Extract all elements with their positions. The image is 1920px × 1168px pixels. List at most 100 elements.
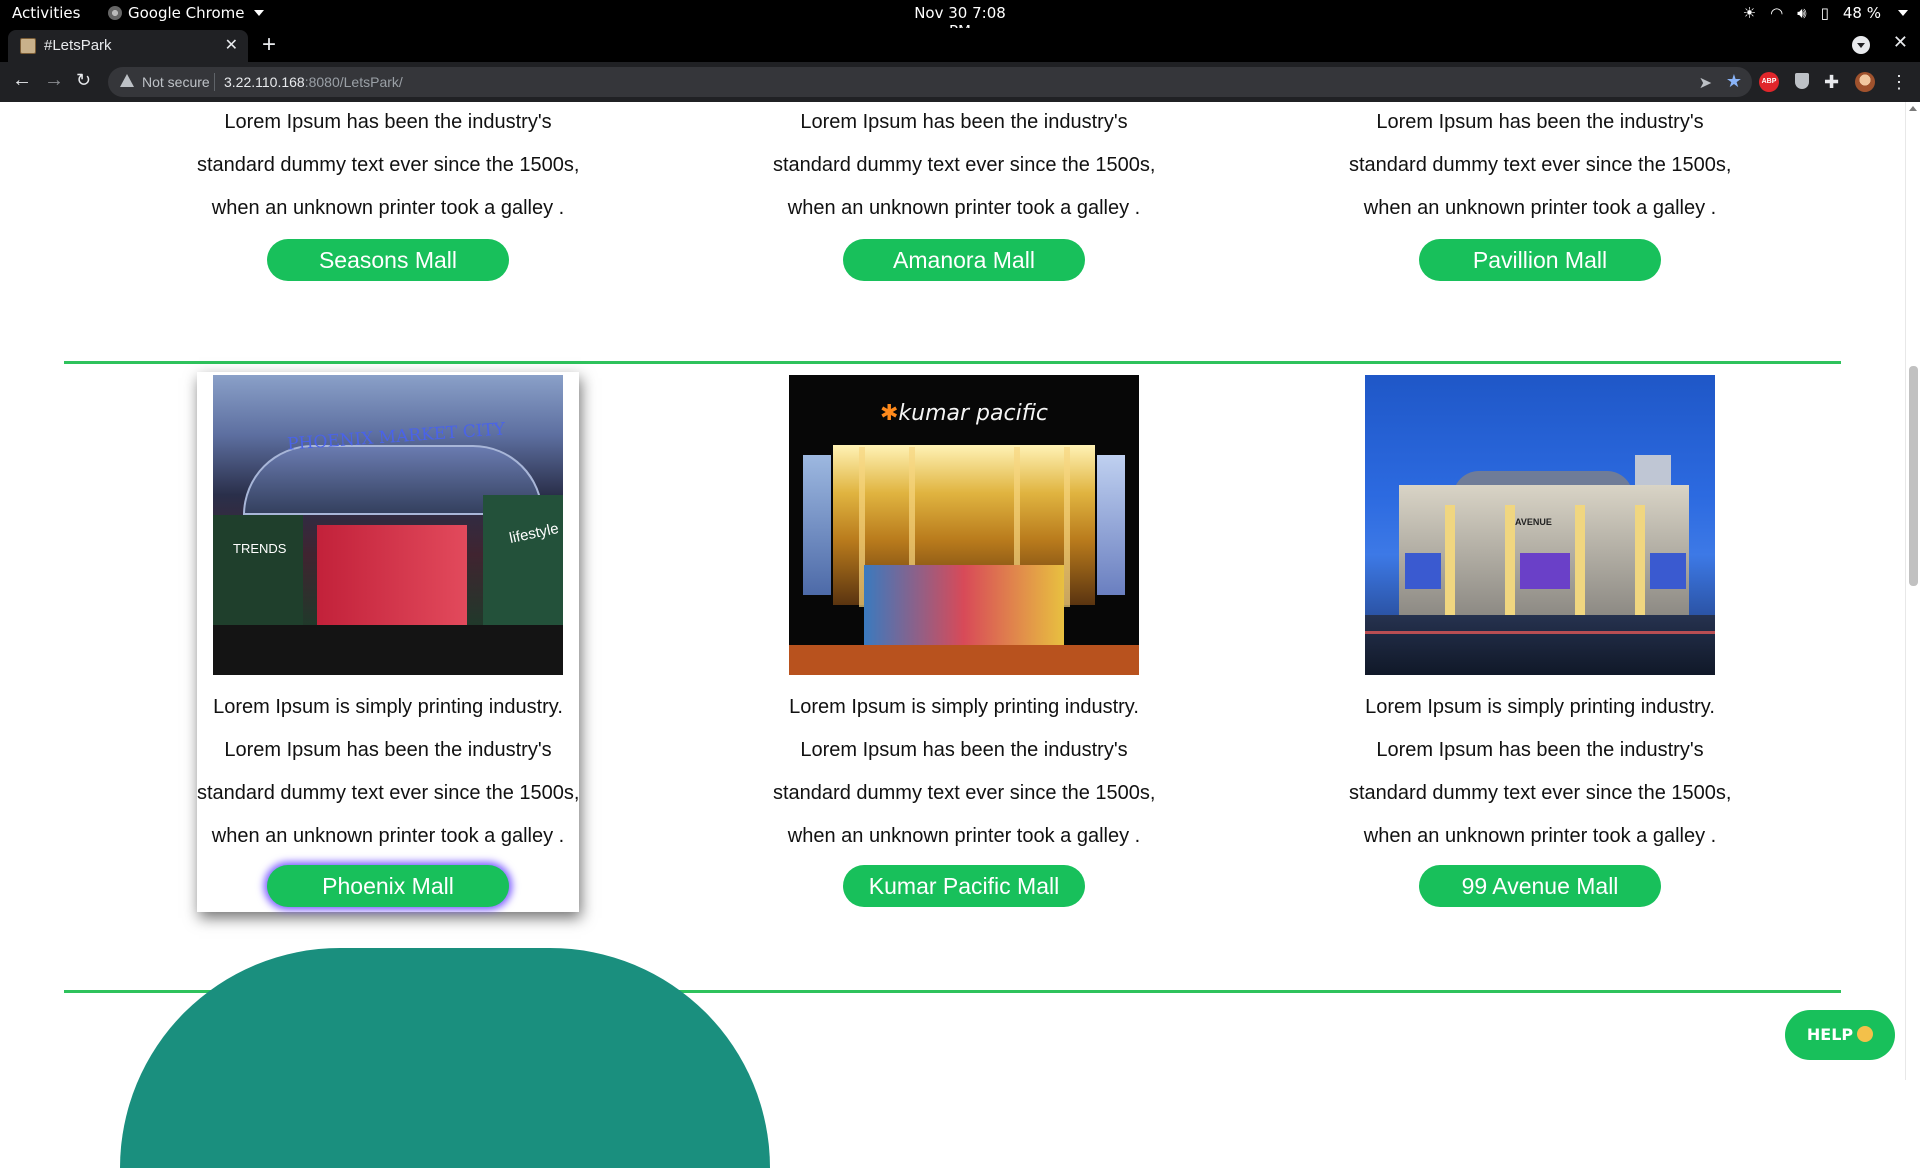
system-top-bar: Activities Google Chrome Nov 30 7:08 PM … xyxy=(0,0,1920,40)
card-text-line: Lorem Ipsum has been the industry's xyxy=(1376,739,1704,761)
image-banner xyxy=(317,525,467,625)
image-column xyxy=(1635,505,1645,615)
kebab-menu-icon[interactable]: ⋮ xyxy=(1890,72,1910,92)
card-text-line: Lorem Ipsum has been the industry's xyxy=(224,111,552,133)
mall-card-amanora: Lorem Ipsum has been the industry's stan… xyxy=(773,102,1155,281)
image-light-stripe xyxy=(1064,447,1070,607)
card-text-line: Lorem Ipsum has been the industry's xyxy=(224,739,552,761)
mall-card-kumar-pacific: ✱kumar pacific Lorem Ipsum is simply pri… xyxy=(773,372,1155,907)
flame-icon: ✱ xyxy=(879,401,899,426)
send-to-device-icon[interactable]: ➤ xyxy=(1699,73,1712,93)
volume-icon: 🔊︎ xyxy=(1797,4,1807,22)
seasons-mall-button[interactable]: Seasons Mall xyxy=(267,239,509,281)
card-text-line: standard dummy text ever since the 1500s… xyxy=(197,782,580,804)
battery-percent: 48 % xyxy=(1842,4,1881,22)
image-side-banner xyxy=(803,455,831,595)
new-tab-button[interactable]: + xyxy=(262,31,276,59)
security-label[interactable]: Not secure xyxy=(142,74,210,90)
pavillion-mall-button[interactable]: Pavillion Mall xyxy=(1419,239,1661,281)
activities-button[interactable]: Activities xyxy=(12,4,80,22)
card-text-line: when an unknown printer took a galley . xyxy=(211,197,565,219)
page-viewport: Lorem Ipsum has been the industry's stan… xyxy=(0,102,1905,1080)
url-path: :8080/LetsPark/ xyxy=(304,74,403,90)
image-building xyxy=(1399,485,1689,615)
caret-down-icon xyxy=(253,10,264,16)
app-name: Google Chrome xyxy=(128,4,245,22)
reload-icon[interactable]: ↻ xyxy=(76,70,91,91)
profile-avatar[interactable] xyxy=(1855,72,1875,92)
scrollbar-thumb[interactable] xyxy=(1909,366,1918,586)
image-road xyxy=(1365,615,1715,675)
card-text-line: standard dummy text ever since the 1500s… xyxy=(773,154,1156,176)
tray-caret-icon xyxy=(1898,10,1908,16)
url-host: 3.22.110.168 xyxy=(224,74,305,90)
tab-title: #LetsPark xyxy=(44,37,112,54)
image-floor xyxy=(213,625,563,675)
app-menu[interactable]: Google Chrome xyxy=(108,4,264,22)
card-text: Lorem Ipsum is simply printing industry.… xyxy=(197,686,579,858)
card-text-line: when an unknown printer took a galley . xyxy=(1363,197,1717,219)
mall-card-99-avenue: AVENUE Lorem Ipsum is simply printing in… xyxy=(1349,372,1731,907)
image-storefront xyxy=(1520,553,1570,589)
image-logo-text: ✱kumar pacific xyxy=(789,401,1139,426)
card-text-line: Lorem Ipsum has been the industry's xyxy=(800,739,1128,761)
chrome-icon xyxy=(108,6,122,20)
image-sign-text: AVENUE xyxy=(1515,517,1552,527)
99-avenue-mall-image[interactable]: AVENUE xyxy=(1365,375,1715,675)
extensions-puzzle-icon[interactable]: ✚ xyxy=(1824,72,1844,92)
card-text-line: Lorem Ipsum is simply printing industry. xyxy=(789,696,1139,718)
window-close-icon[interactable]: ✕ xyxy=(1893,32,1908,53)
card-text-line: when an unknown printer took a galley . xyxy=(1363,825,1717,847)
tab-strip: #LetsPark ✕ + ✕ xyxy=(0,28,1920,62)
image-wall xyxy=(213,515,303,625)
card-text-line: Lorem Ipsum has been the industry's xyxy=(1376,111,1704,133)
card-text-line: Lorem Ipsum is simply printing industry. xyxy=(1365,696,1715,718)
tab-letspark[interactable]: #LetsPark ✕ xyxy=(8,30,248,62)
favicon-icon xyxy=(20,38,36,54)
adblock-plus-icon[interactable]: ABP xyxy=(1759,72,1779,92)
kumar-pacific-mall-button[interactable]: Kumar Pacific Mall xyxy=(843,865,1085,907)
battery-icon: ▯ xyxy=(1820,4,1829,22)
system-tray[interactable]: ☀ ◠ 🔊︎ ▯ 48 % xyxy=(1743,3,1908,23)
browser-toolbar: ← → ↻ Not secure 3.22.110.168:8080/LetsP… xyxy=(0,62,1920,102)
page-scrollbar[interactable] xyxy=(1905,102,1920,1080)
card-text-line: Lorem Ipsum has been the industry's xyxy=(800,111,1128,133)
card-text-line: standard dummy text ever since the 1500s… xyxy=(197,154,580,176)
kumar-pacific-mall-image[interactable]: ✱kumar pacific xyxy=(789,375,1139,675)
card-text-line: standard dummy text ever since the 1500s… xyxy=(773,782,1156,804)
image-storefront xyxy=(1650,553,1686,589)
99-avenue-mall-button[interactable]: 99 Avenue Mall xyxy=(1419,865,1661,907)
image-side-banner xyxy=(1097,455,1125,595)
shield-extension-icon[interactable] xyxy=(1792,72,1812,92)
forward-arrow-icon[interactable]: → xyxy=(44,69,64,92)
card-text: Lorem Ipsum is simply printing industry.… xyxy=(773,686,1155,858)
card-text-line: when an unknown printer took a galley . xyxy=(211,825,565,847)
card-text-line: when an unknown printer took a galley . xyxy=(787,825,1141,847)
image-storefront xyxy=(1405,553,1441,589)
image-logo-label: kumar pacific xyxy=(898,401,1049,426)
brightness-icon: ☀ xyxy=(1742,4,1757,22)
image-column xyxy=(1445,505,1455,615)
warning-icon xyxy=(120,74,134,87)
phoenix-mall-image[interactable]: PHOENIX MARKET CITY TRENDS lifestyle xyxy=(213,375,563,675)
image-wall xyxy=(483,495,563,625)
mall-card-phoenix[interactable]: PHOENIX MARKET CITY TRENDS lifestyle Lor… xyxy=(197,372,579,912)
bookmark-star-icon[interactable]: ★ xyxy=(1726,71,1742,92)
card-text-line: standard dummy text ever since the 1500s… xyxy=(1349,154,1732,176)
wifi-icon: ◠ xyxy=(1770,4,1784,22)
help-button[interactable]: HELP xyxy=(1785,1010,1895,1060)
card-text-line: when an unknown printer took a galley . xyxy=(787,197,1141,219)
section-divider xyxy=(64,361,1841,364)
phoenix-mall-button[interactable]: Phoenix Mall xyxy=(267,865,509,907)
amanora-mall-button[interactable]: Amanora Mall xyxy=(843,239,1085,281)
image-store-text: TRENDS xyxy=(233,541,287,556)
address-bar[interactable]: Not secure 3.22.110.168:8080/LetsPark/ ➤… xyxy=(108,67,1752,97)
back-arrow-icon[interactable]: ← xyxy=(12,69,32,92)
card-text-line: standard dummy text ever since the 1500s… xyxy=(1349,782,1732,804)
scroll-up-icon[interactable] xyxy=(1909,106,1917,111)
help-label: HELP xyxy=(1806,1025,1854,1044)
tab-close-icon[interactable]: ✕ xyxy=(225,35,238,55)
tab-search-icon[interactable] xyxy=(1852,36,1870,54)
mall-card-pavillion: Lorem Ipsum has been the industry's stan… xyxy=(1349,102,1731,281)
url-text[interactable]: 3.22.110.168:8080/LetsPark/ xyxy=(224,74,403,90)
